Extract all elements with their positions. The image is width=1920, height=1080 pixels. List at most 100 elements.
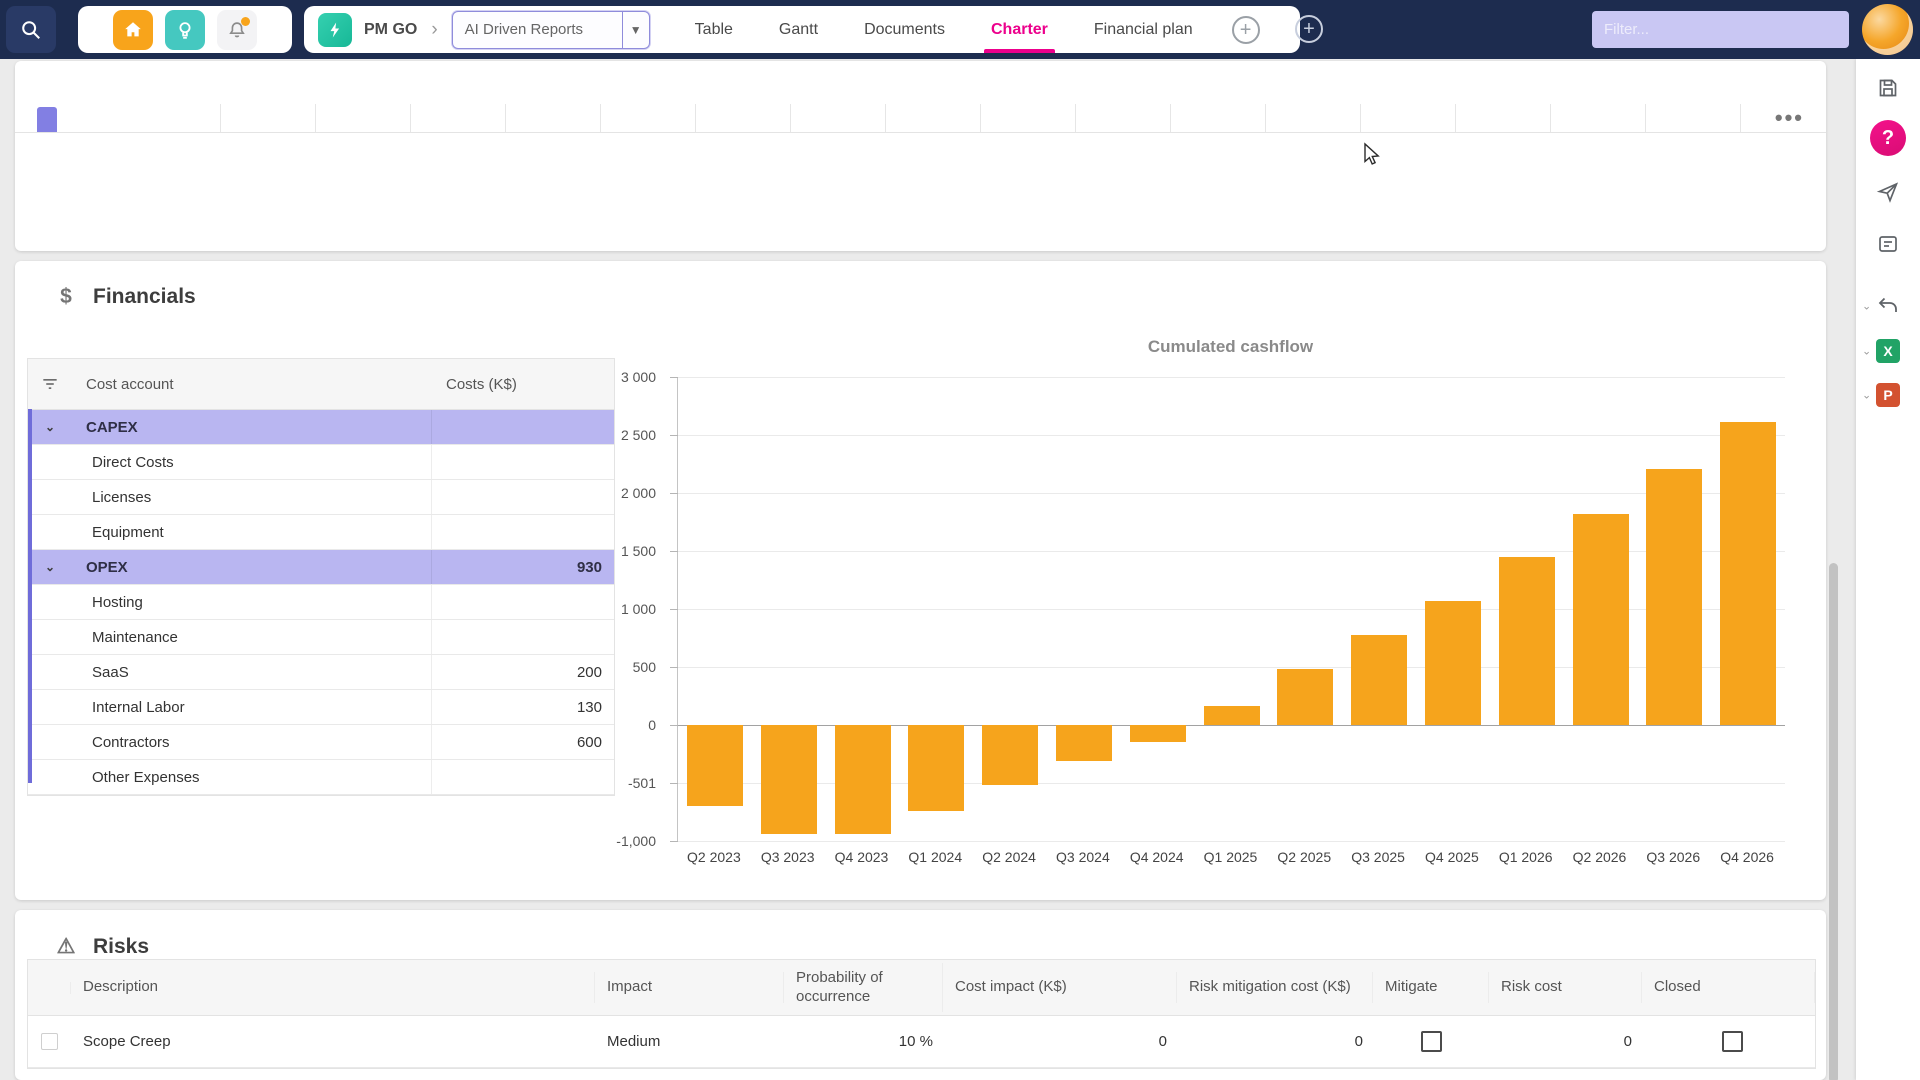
app-window: PM GO › AI Driven Reports ▼ TableGanttDo…	[0, 0, 1920, 1080]
column-header-mitigate[interactable]: Mitigate	[1373, 972, 1489, 1003]
cost-row-internal-labor[interactable]: Internal Labor130	[28, 690, 614, 725]
cost-account-label: Direct Costs	[72, 445, 432, 479]
bar-q1-2026[interactable]	[1499, 557, 1555, 725]
feedback-button[interactable]	[1856, 224, 1920, 264]
tab-table[interactable]: Table	[672, 6, 756, 53]
cost-row-capex[interactable]: ⌄CAPEX	[28, 410, 614, 445]
column-header-probability-of-occurrence[interactable]: Probability of occurrence	[784, 963, 943, 1013]
x-axis-label: Q3 2023	[751, 849, 825, 865]
chevron-down-icon[interactable]: ⌄	[28, 420, 72, 434]
help-button[interactable]: ?	[1856, 118, 1920, 158]
undo-button[interactable]: ⌄	[1856, 286, 1920, 326]
chevron-down-icon[interactable]: ⌄	[28, 560, 72, 574]
filter-column-button[interactable]	[28, 374, 72, 394]
bar-q2-2025[interactable]	[1277, 669, 1333, 725]
top-navbar: PM GO › AI Driven Reports ▼ TableGanttDo…	[0, 0, 1920, 59]
cost-row-direct-costs[interactable]: Direct Costs	[28, 445, 614, 480]
cost-account-label: Licenses	[72, 480, 432, 514]
column-header-risk-mitigation-cost-k-[interactable]: Risk mitigation cost (K$)	[1177, 972, 1373, 1003]
powerpoint-export-button[interactable]: ⌄ P	[1856, 375, 1920, 415]
app-switcher	[78, 6, 292, 53]
powerpoint-icon: P	[1876, 383, 1900, 407]
cost-row-saas[interactable]: SaaS200	[28, 655, 614, 690]
gridline	[678, 377, 1785, 378]
home-button[interactable]	[113, 10, 153, 50]
row-select-checkbox[interactable]	[41, 1033, 58, 1050]
save-icon	[1876, 76, 1900, 100]
risk-cost-impact: 0	[943, 1033, 1177, 1050]
send-button[interactable]	[1856, 172, 1920, 212]
tab-charter[interactable]: Charter	[968, 6, 1071, 53]
x-axis-label: Q4 2023	[825, 849, 899, 865]
closed-checkbox[interactable]	[1722, 1031, 1743, 1052]
tick-mark	[670, 551, 678, 552]
search-button[interactable]	[6, 6, 56, 53]
tab-documents[interactable]: Documents	[841, 6, 968, 53]
chart-plot-area	[677, 377, 1785, 841]
bar-q3-2025[interactable]	[1351, 635, 1407, 725]
column-header-costs[interactable]: Costs (K$)	[432, 376, 614, 393]
column-header-cost-impact-k-[interactable]: Cost impact (K$)	[943, 972, 1177, 1003]
cost-row-licenses[interactable]: Licenses	[28, 480, 614, 515]
risk-row-scope-creep[interactable]: Scope CreepMedium10 %000	[28, 1016, 1815, 1068]
cost-row-equipment[interactable]: Equipment	[28, 515, 614, 550]
risks-header: ⚠ Risks	[55, 934, 149, 959]
bar-q3-2026[interactable]	[1646, 469, 1702, 725]
gridline	[678, 435, 1785, 436]
bar-q2-2024[interactable]	[982, 725, 1038, 785]
tick-mark	[670, 493, 678, 494]
bar-q2-2023[interactable]	[687, 725, 743, 806]
bar-q4-2026[interactable]	[1720, 422, 1776, 725]
undo-icon	[1876, 294, 1900, 318]
column-header-description[interactable]: Description	[71, 972, 595, 1003]
project-logo	[318, 13, 352, 47]
x-axis-label: Q4 2024	[1120, 849, 1194, 865]
bar-q3-2024[interactable]	[1056, 725, 1112, 761]
cost-row-opex[interactable]: ⌄OPEX930	[28, 550, 614, 585]
tab-financial-plan[interactable]: Financial plan	[1071, 6, 1216, 53]
vertical-scrollbar-thumb[interactable]	[1829, 563, 1838, 1080]
save-button[interactable]	[1856, 68, 1920, 108]
column-header-cost-account[interactable]: Cost account	[72, 376, 432, 393]
help-icon: ?	[1870, 120, 1906, 156]
breadcrumb-chevron-icon: ›	[431, 19, 437, 41]
bar-q3-2023[interactable]	[761, 725, 817, 834]
excel-export-button[interactable]: ⌄ X	[1856, 331, 1920, 371]
row-select-cell	[28, 1033, 71, 1050]
selection-indicator	[28, 409, 32, 783]
ideas-button[interactable]	[165, 10, 205, 50]
tab-gantt[interactable]: Gantt	[756, 6, 841, 53]
filter-input[interactable]	[1592, 11, 1849, 48]
bar-q4-2024[interactable]	[1130, 725, 1186, 742]
x-axis-label: Q2 2024	[972, 849, 1046, 865]
bar-q1-2025[interactable]	[1204, 706, 1260, 725]
column-header-risk-cost[interactable]: Risk cost	[1489, 972, 1642, 1003]
column-header-select[interactable]	[28, 982, 71, 994]
add-button[interactable]: +	[1295, 15, 1323, 43]
notifications-button[interactable]	[217, 10, 257, 50]
bar-q4-2023[interactable]	[835, 725, 891, 834]
cost-row-other-expenses[interactable]: Other Expenses	[28, 760, 614, 795]
column-header-closed[interactable]: Closed	[1642, 972, 1815, 1003]
notification-badge	[241, 17, 250, 26]
bar-q4-2025[interactable]	[1425, 601, 1481, 725]
cost-row-hosting[interactable]: Hosting	[28, 585, 614, 620]
breadcrumb-project[interactable]: PM GO	[364, 21, 417, 39]
more-menu-icon[interactable]: •••	[1775, 107, 1804, 129]
cost-row-contractors[interactable]: Contractors600	[28, 725, 614, 760]
bar-q1-2024[interactable]	[908, 725, 964, 811]
risk-mitigation-cost: 0	[1177, 1033, 1373, 1050]
cost-account-table: Cost account Costs (K$) ⌄CAPEXDirect Cos…	[27, 358, 615, 796]
x-axis-label: Q4 2026	[1710, 849, 1784, 865]
cost-table-header: Cost account Costs (K$)	[28, 359, 614, 410]
y-axis-label: 1 000	[621, 601, 656, 617]
report-dropdown[interactable]: AI Driven Reports ▼	[452, 11, 650, 49]
add-view-button[interactable]: +	[1232, 16, 1260, 44]
bar-q2-2026[interactable]	[1573, 514, 1629, 725]
mitigate-checkbox[interactable]	[1421, 1031, 1442, 1052]
x-axis-label: Q3 2024	[1046, 849, 1120, 865]
column-header-impact[interactable]: Impact	[595, 972, 784, 1003]
cost-row-maintenance[interactable]: Maintenance	[28, 620, 614, 655]
filter-icon	[40, 374, 60, 394]
user-avatar[interactable]	[1862, 4, 1913, 55]
